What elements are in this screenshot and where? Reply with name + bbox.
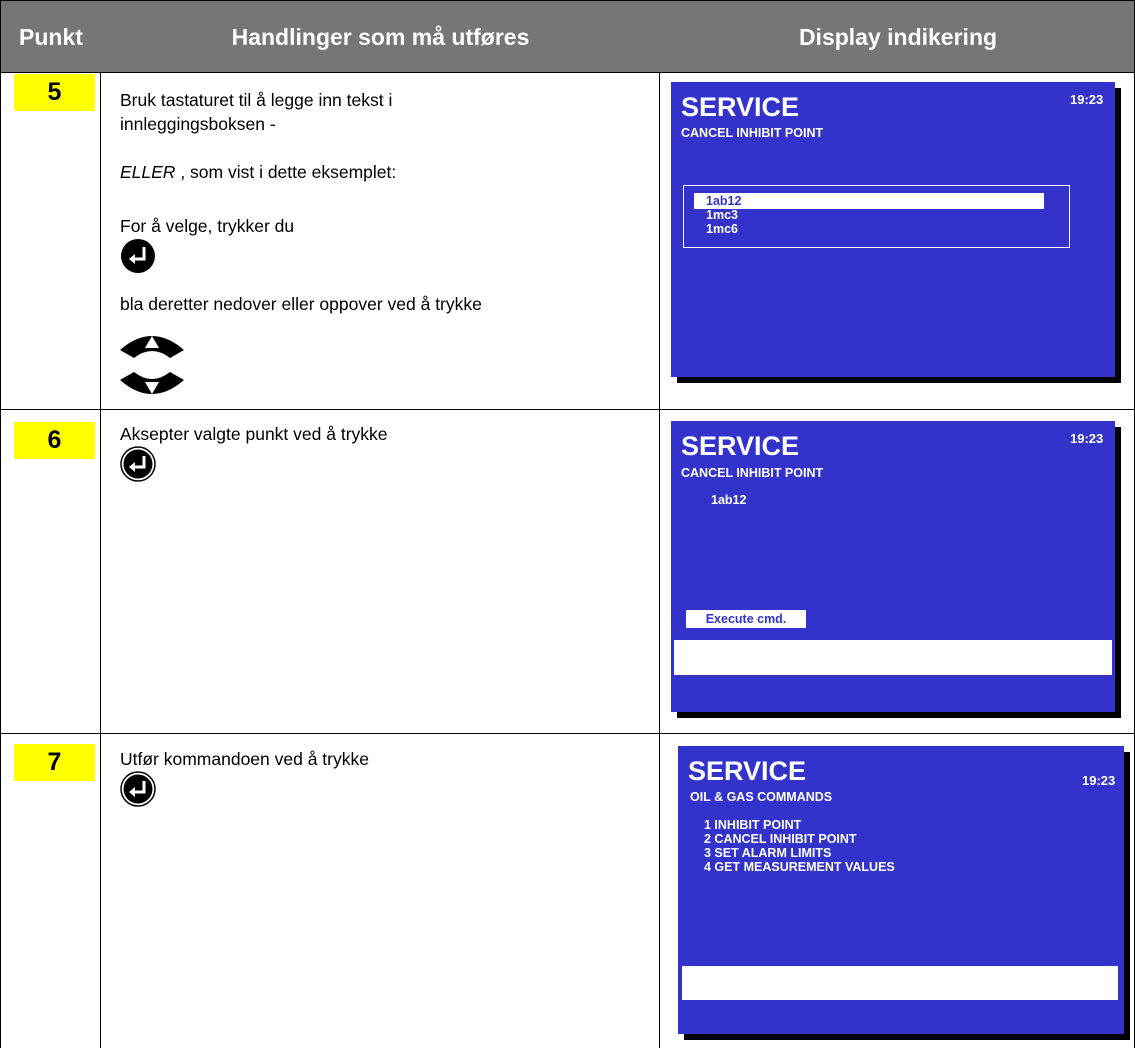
screen-input-bar bbox=[682, 966, 1118, 1000]
menu-item[interactable]: 3 SET ALARM LIMITS bbox=[704, 846, 831, 860]
step-number-badge: 5 bbox=[14, 74, 95, 111]
screen-time: 19:23 bbox=[1082, 773, 1116, 788]
step-5-scroll-text: bla deretter nedover eller oppover ved å… bbox=[120, 294, 482, 314]
row-divider-2 bbox=[0, 733, 1135, 734]
step-5-alternative: ELLER , som vist i dette eksemplet: bbox=[120, 160, 396, 184]
display-screen-step-6: SERVICE 19:23 CANCEL INHIBIT POINT 1ab12… bbox=[671, 421, 1115, 712]
step-5-select-text: For å velge, trykker du bbox=[120, 216, 295, 236]
step-5-instruction: Bruk tastaturet til å legge inn tekst i … bbox=[120, 90, 393, 134]
header-handlinger: Handlinger som må utføres bbox=[231, 24, 530, 50]
step-6-instruction: Aksepter valgte punkt ved å trykke bbox=[120, 424, 388, 444]
table-header: Punkt Handlinger som må utføres Display … bbox=[0, 0, 1135, 73]
screen-subtitle: OIL & GAS COMMANDS bbox=[690, 790, 833, 804]
eller-rest-text: , som vist i dette eksemplet: bbox=[175, 162, 397, 182]
execute-cmd-button[interactable]: Execute cmd. bbox=[686, 610, 806, 628]
arrow-up-key-icon bbox=[120, 336, 184, 358]
list-item[interactable]: 1mc3 bbox=[706, 208, 738, 222]
enter-key-icon bbox=[120, 771, 156, 807]
table-border-left bbox=[0, 73, 1, 1048]
screen-title: SERVICE bbox=[681, 431, 800, 461]
list-item[interactable]: 1mc6 bbox=[706, 222, 738, 236]
screen-time: 19:23 bbox=[1070, 92, 1104, 107]
menu-item[interactable]: 1 INHIBIT POINT bbox=[704, 818, 801, 832]
step-7-instruction: Utfør kommandoen ved å trykke bbox=[120, 749, 369, 769]
selected-point-value: 1ab12 bbox=[711, 493, 747, 507]
column-divider-2 bbox=[659, 73, 660, 1048]
menu-item[interactable]: 2 CANCEL INHIBIT POINT bbox=[704, 832, 857, 846]
screen-title: SERVICE bbox=[688, 756, 807, 786]
column-divider-1 bbox=[100, 73, 101, 1048]
enter-key-icon bbox=[121, 239, 155, 273]
step-number-badge: 6 bbox=[14, 422, 95, 459]
selection-highlight bbox=[694, 193, 1044, 209]
header-punkt: Punkt bbox=[19, 24, 83, 50]
screen-subtitle: CANCEL INHIBIT POINT bbox=[681, 126, 824, 140]
screen-subtitle: CANCEL INHIBIT POINT bbox=[681, 466, 824, 480]
arrow-down-key-icon bbox=[120, 372, 184, 394]
screen-title: SERVICE bbox=[681, 92, 800, 122]
row-divider-1 bbox=[0, 409, 1135, 410]
screen-time: 19:23 bbox=[1070, 431, 1104, 446]
screen-input-bar bbox=[674, 640, 1112, 675]
point-list-box: 1ab12 1mc3 1mc6 bbox=[683, 185, 1070, 248]
display-screen-step-5: SERVICE 19:23 CANCEL INHIBIT POINT 1ab12… bbox=[671, 82, 1115, 377]
step-number-badge: 7 bbox=[14, 744, 95, 781]
enter-key-icon bbox=[120, 446, 156, 482]
eller-text: ELLER bbox=[120, 162, 176, 182]
list-item-selected[interactable]: 1ab12 bbox=[706, 194, 741, 208]
header-display: Display indikering bbox=[798, 24, 998, 50]
display-screen-step-7: SERVICE 19:23 OIL & GAS COMMANDS 1 INHIB… bbox=[678, 746, 1124, 1034]
menu-item[interactable]: 4 GET MEASUREMENT VALUES bbox=[704, 860, 895, 874]
